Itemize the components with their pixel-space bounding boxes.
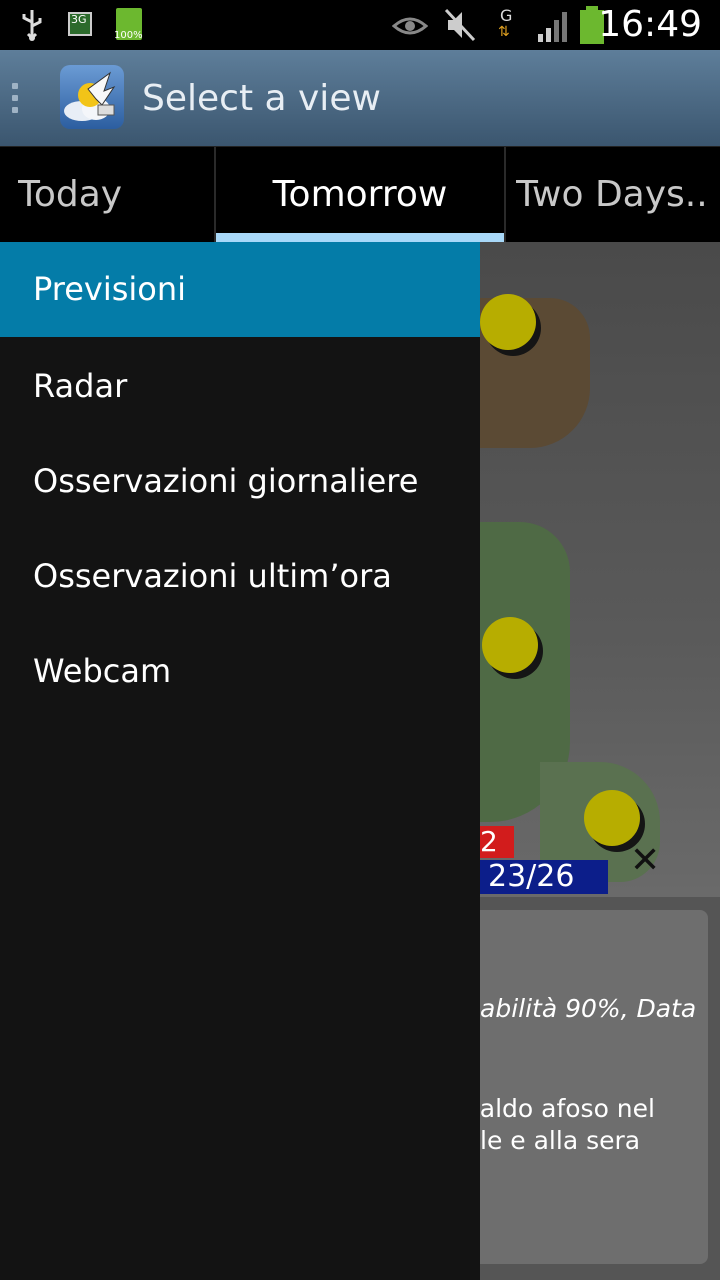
card-text-line: le e alla sera [480, 1126, 641, 1155]
forecast-card: abilità 90%, Data caldo afoso nel le e a… [480, 910, 708, 1264]
navigation-drawer: Previsioni Radar Osservazioni giornalier… [0, 242, 480, 1280]
mute-icon [444, 8, 476, 42]
app-logo-icon[interactable] [60, 65, 124, 129]
status-time: 16:49 [598, 4, 702, 45]
eye-icon [392, 17, 428, 35]
drawer-item-osservazioni-ultimora[interactable]: Osservazioni ultim’ora [0, 529, 480, 624]
sun-icon [482, 617, 538, 673]
data-type-label: G [500, 6, 513, 25]
drawer-item-radar[interactable]: Radar [0, 339, 480, 434]
tab-selected-indicator [216, 233, 504, 242]
drawer-item-webcam[interactable]: Webcam [0, 624, 480, 719]
sim-icon: 3G [68, 12, 92, 36]
card-text-line: abilità 90%, Data [480, 994, 697, 1023]
sun-icon [480, 294, 536, 350]
tab-tomorrow[interactable]: Tomorrow [216, 147, 504, 243]
forecast-map[interactable]: 2 23/26 ✕ [480, 242, 720, 897]
tab-today[interactable]: Today [18, 147, 214, 243]
data-arrows-icon: G ⇅ [498, 6, 513, 40]
drawer-indicator-icon[interactable] [12, 83, 22, 115]
drawer-item-osservazioni-giornaliere[interactable]: Osservazioni giornaliere [0, 434, 480, 529]
map-temp-label-blue: 23/26 [480, 860, 608, 894]
page-title: Select a view [142, 78, 381, 119]
battery-percent-label: 100% [114, 30, 143, 41]
usb-icon [22, 10, 42, 41]
status-bar: 3G 100% G ⇅ 16:49 [0, 0, 720, 50]
action-bar: Select a view [0, 50, 720, 146]
close-icon[interactable]: ✕ [630, 840, 660, 881]
battery-small-icon: 100% [114, 8, 143, 41]
map-temp-label-red: 2 [480, 826, 514, 858]
signal-icon [538, 12, 567, 42]
forecast-content: 2 23/26 ✕ abilità 90%, Data caldo afoso … [480, 242, 720, 1280]
network-type-label: 3G [71, 13, 87, 26]
tab-two-days[interactable]: Two Days.. [516, 147, 720, 243]
tab-bar: Today Tomorrow Two Days.. [0, 146, 720, 243]
card-text-line: caldo afoso nel [480, 1094, 655, 1123]
sun-icon [584, 790, 640, 846]
tab-divider [504, 147, 506, 243]
drawer-item-previsioni[interactable]: Previsioni [0, 242, 480, 337]
